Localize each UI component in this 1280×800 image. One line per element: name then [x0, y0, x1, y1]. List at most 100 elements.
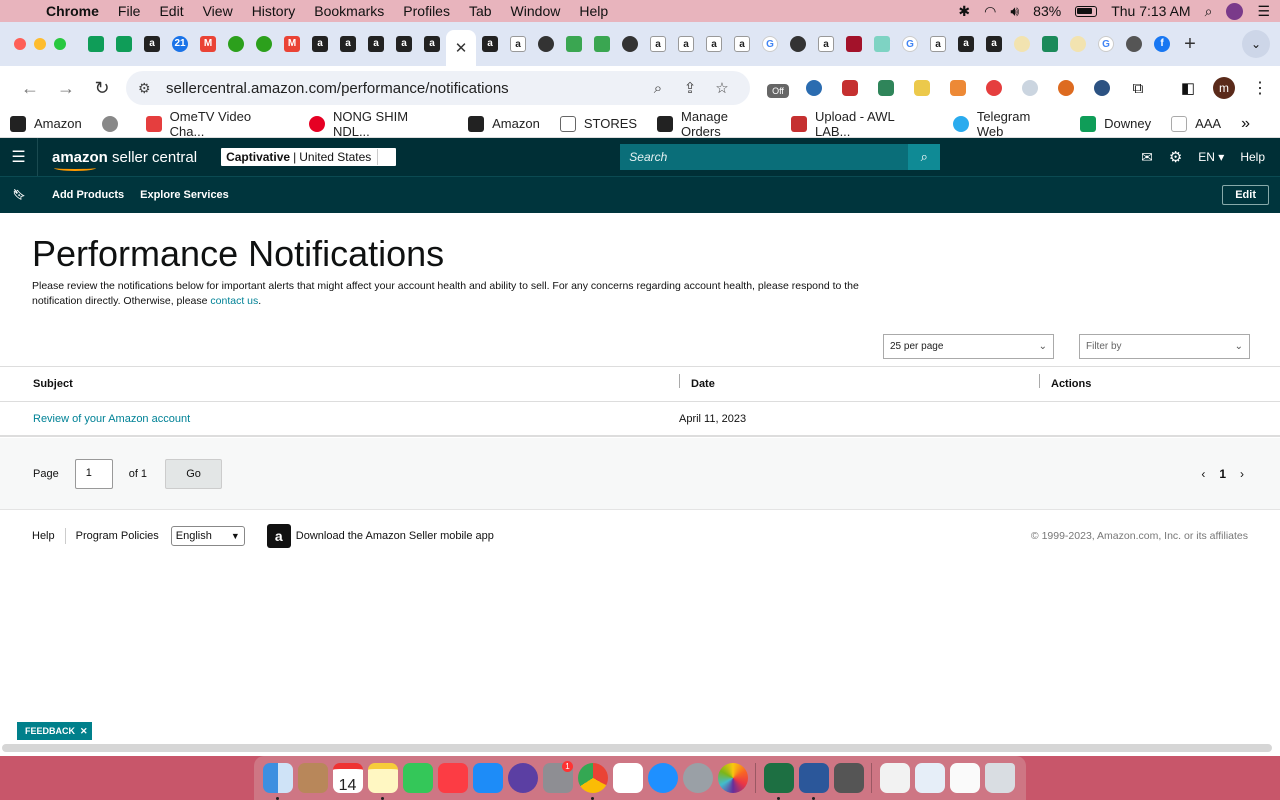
tab[interactable] [532, 29, 560, 59]
bluetooth-icon[interactable]: ✱ [958, 3, 970, 20]
reload-button[interactable]: ↻ [84, 78, 120, 99]
extension[interactable] [1084, 80, 1120, 96]
battery-icon[interactable] [1075, 5, 1098, 17]
tab-search-button[interactable]: ⌄ [1242, 30, 1270, 58]
account-switcher[interactable]: Captivative | United States [221, 148, 397, 166]
menu-file[interactable]: File [118, 3, 141, 19]
prev-page-icon[interactable]: ‹ [1201, 467, 1205, 481]
bookmark-star-icon[interactable]: ☆ [706, 79, 738, 97]
side-panel-button[interactable]: ◧ [1170, 79, 1206, 97]
tab[interactable] [1064, 29, 1092, 59]
tab[interactable]: a [672, 29, 700, 59]
share-icon[interactable]: ⇪ [674, 79, 706, 97]
tab[interactable] [110, 29, 138, 59]
bookmark-aaa[interactable]: AAA [1171, 115, 1221, 132]
tab[interactable]: G [1092, 29, 1120, 59]
column-subject[interactable]: Subject [33, 378, 679, 390]
language-selector[interactable]: EN ▾ [1198, 150, 1224, 164]
dock-document[interactable] [877, 761, 912, 796]
dock-calculator[interactable] [831, 761, 866, 796]
tab[interactable] [784, 29, 812, 59]
tab[interactable] [222, 29, 250, 59]
next-page-icon[interactable]: › [1240, 467, 1244, 481]
site-info-icon[interactable]: ⚙ [138, 80, 160, 97]
tab[interactable]: G [756, 29, 784, 59]
download-app-link[interactable]: Download the Amazon Seller mobile app [296, 530, 494, 542]
page-number-input[interactable]: 1 [74, 458, 113, 489]
extension[interactable] [976, 80, 1012, 96]
contact-us-link[interactable]: contact us [210, 295, 258, 307]
feedback-button[interactable]: FEEDBACK ✕ [17, 722, 92, 740]
tab[interactable]: a [980, 29, 1008, 59]
back-button[interactable]: ← [12, 78, 48, 99]
seller-search[interactable]: Search ⌕ [620, 144, 941, 170]
extensions-button[interactable]: ⧉ [1120, 80, 1156, 97]
footer-program-policies-link[interactable]: Program Policies [76, 530, 159, 542]
bookmark-amazon-2[interactable]: Amazon [468, 115, 540, 132]
tab[interactable]: a [476, 29, 504, 59]
tab[interactable]: M [278, 29, 306, 59]
tab[interactable]: a [700, 29, 728, 59]
chrome-menu-button[interactable]: ⋮ [1242, 78, 1278, 98]
bookmark-telegram[interactable]: Telegram Web [952, 109, 1060, 139]
menu-app-name[interactable]: Chrome [46, 3, 99, 19]
tab[interactable]: M [194, 29, 222, 59]
zoom-window-button[interactable] [54, 38, 66, 50]
extension[interactable] [796, 80, 832, 96]
dock-siri[interactable] [505, 761, 540, 796]
filter-by-select[interactable]: Filter by ⌄ [1079, 334, 1250, 359]
bookmark-downey[interactable]: Downey [1080, 115, 1151, 132]
dock-facetime[interactable] [400, 761, 435, 796]
hamburger-menu-button[interactable]: ☰ [0, 138, 38, 176]
wifi-icon[interactable]: ◠ [984, 3, 996, 20]
menu-history[interactable]: History [252, 3, 296, 19]
forward-button[interactable]: → [48, 78, 84, 99]
bookmark-globe[interactable] [101, 115, 126, 132]
search-input[interactable]: Search [620, 150, 908, 164]
menu-profiles[interactable]: Profiles [403, 3, 450, 19]
extension[interactable] [868, 80, 904, 96]
close-icon[interactable]: ✕ [455, 39, 468, 57]
search-button[interactable]: ⌕ [908, 144, 941, 170]
tab[interactable] [868, 29, 896, 59]
tab[interactable]: a [812, 29, 840, 59]
horizontal-scrollbar[interactable] [2, 744, 1272, 752]
dock-app[interactable] [295, 761, 330, 796]
tab[interactable]: a [924, 29, 952, 59]
extension[interactable] [904, 80, 940, 96]
menu-edit[interactable]: Edit [159, 3, 183, 19]
profile-button[interactable]: m [1206, 77, 1242, 99]
control-center-icon[interactable]: ☰ [1257, 3, 1270, 20]
nav-explore-services[interactable]: Explore Services [140, 189, 229, 201]
tab[interactable] [616, 29, 644, 59]
tab[interactable]: a [306, 29, 334, 59]
footer-help-link[interactable]: Help [32, 530, 55, 542]
dock-excel[interactable] [761, 761, 796, 800]
dock-notes[interactable] [365, 761, 400, 800]
tab[interactable] [82, 29, 110, 59]
tab[interactable]: a [390, 29, 418, 59]
dock-photos[interactable] [715, 761, 750, 796]
url-text[interactable]: sellercentral.amazon.com/performance/not… [166, 80, 642, 97]
extension[interactable] [940, 80, 976, 96]
extension[interactable] [1048, 80, 1084, 96]
tab[interactable] [1036, 29, 1064, 59]
menu-window[interactable]: Window [511, 3, 561, 19]
spotlight-icon[interactable]: ⌕ [1205, 3, 1213, 20]
dock-safari[interactable] [645, 761, 680, 796]
dock-music[interactable] [435, 761, 470, 796]
tab-active-close[interactable]: ✕ [446, 30, 476, 66]
tab[interactable] [250, 29, 278, 59]
tab[interactable]: a [644, 29, 672, 59]
zoom-icon[interactable]: ⌕ [642, 80, 674, 97]
per-page-select[interactable]: 25 per page ⌄ [883, 334, 1054, 359]
new-tab-button[interactable]: + [1176, 33, 1204, 56]
gear-icon[interactable]: ⚙ [1169, 148, 1182, 166]
bookmark-upload-awl[interactable]: Upload - AWL LAB... [791, 109, 933, 139]
menu-tab[interactable]: Tab [469, 3, 492, 19]
help-link[interactable]: Help [1240, 150, 1265, 164]
dock-window[interactable] [912, 761, 947, 796]
volume-icon[interactable]: 🔊︎ [1010, 3, 1019, 20]
bookmark-stores[interactable]: STORES [559, 115, 637, 132]
amazon-app-icon[interactable]: a [266, 524, 291, 548]
